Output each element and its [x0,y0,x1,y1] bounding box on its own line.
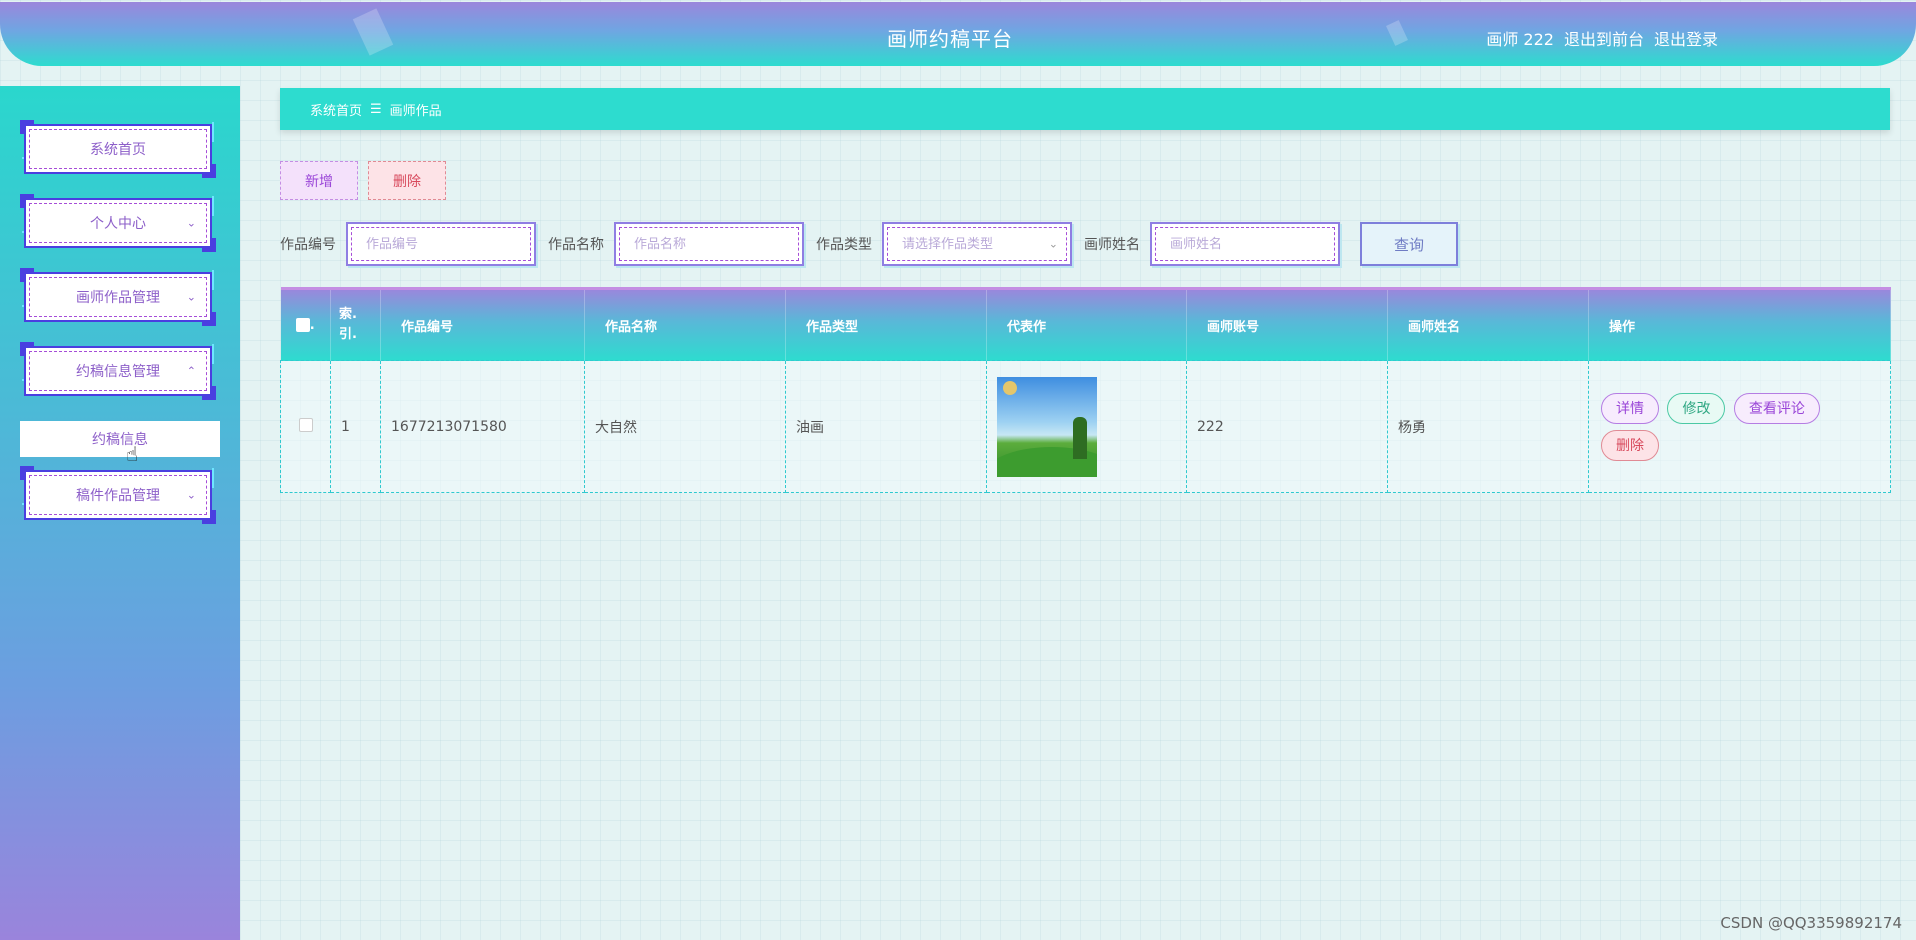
row-delete-button[interactable]: 删除 [1601,429,1659,461]
row-representative-cell [986,360,1187,493]
sidebar-item-artwork-management[interactable]: 画师作品管理 ⌄ [20,268,216,326]
chevron-down-icon: ⌄ [1048,237,1058,251]
row-account: 222 [1186,360,1388,493]
chevron-up-icon: ⌃ [186,364,196,378]
column-header-representative: 代表作 [986,287,1187,361]
artist-name-input[interactable] [1155,227,1335,261]
batch-delete-button[interactable]: 删除 [368,161,446,200]
chevron-down-icon: ⌄ [186,216,196,230]
sidebar-item-personal-center[interactable]: 个人中心 ⌄ [20,194,216,252]
sidebar-item-label: 约稿信息管理 [76,364,160,380]
row-index: 1 [330,360,381,493]
artwork-type-select[interactable] [887,227,1067,261]
breadcrumb-separator-icon: ☰ [370,101,382,117]
sidebar: 系统首页 个人中心 ⌄ 画师作品管理 ⌄ 约稿信息管理 ⌃ 约稿信息 ☝ 稿件作… [0,86,240,940]
artwork-name-field [614,222,804,266]
sidebar-subitem-commission-info[interactable]: 约稿信息 [20,421,220,457]
chevron-down-icon: ⌄ [186,488,196,502]
select-all-checkbox[interactable]: . [280,287,331,361]
artwork-type-label: 作品类型 [816,237,872,253]
add-button[interactable]: 新增 [280,161,358,200]
sidebar-item-home[interactable]: 系统首页 [20,120,216,178]
column-header-name: 作品名称 [584,287,786,361]
column-header-artist: 画师姓名 [1387,287,1589,361]
row-type: 油画 [785,360,987,493]
artwork-code-label: 作品编号 [280,237,336,253]
sidebar-item-submission-management[interactable]: 稿件作品管理 ⌄ [20,466,216,524]
exit-to-front-link[interactable]: 退出到前台 [1564,26,1644,50]
search-form: 作品编号 作品名称 作品类型 ⌄ 画师姓名 查询 [280,222,1458,266]
artwork-name-label: 作品名称 [548,237,604,253]
row-checkbox[interactable] [280,360,331,493]
hand-cursor-icon: ☝ [126,442,139,466]
artwork-name-input[interactable] [619,227,799,261]
sidebar-item-label: 系统首页 [90,142,146,158]
current-user: 画师 222 [1486,30,1554,49]
artist-name-label: 画师姓名 [1084,237,1140,253]
sidebar-item-commission-management[interactable]: 约稿信息管理 ⌃ [20,342,216,400]
row-actions: 详情 修改 查看评论 删除 [1588,360,1891,493]
top-header: 画师约稿平台 画师 222 退出到前台 退出登录 [0,2,1916,66]
chevron-down-icon: ⌄ [186,290,196,304]
artwork-thumbnail[interactable] [997,376,1097,477]
watermark: CSDN @QQ3359892174 [1720,914,1902,932]
edit-button[interactable]: 修改 [1667,392,1726,424]
artwork-table: . 索. 引. 作品编号 作品名称 作品类型 代表作 画师账号 画师姓名 操作 … [280,287,1891,493]
detail-button[interactable]: 详情 [1601,392,1659,424]
view-comments-button[interactable]: 查看评论 [1733,392,1820,424]
artwork-type-field: ⌄ [882,222,1072,266]
column-header-account: 画师账号 [1186,287,1388,361]
logout-link[interactable]: 退出登录 [1654,26,1718,50]
header-user-area: 画师 222 退出到前台 退出登录 [1486,26,1718,50]
column-header-type: 作品类型 [785,287,987,361]
sidebar-item-label: 稿件作品管理 [76,488,160,504]
sidebar-item-label: 画师作品管理 [76,290,160,306]
table-row: 1 1677213071580 大自然 油画 222 杨勇 详情 修改 查看评论… [280,360,1891,493]
breadcrumb: 系统首页 ☰ 画师作品 [280,88,1890,130]
search-button[interactable]: 查询 [1360,222,1458,266]
table-header-row: . 索. 引. 作品编号 作品名称 作品类型 代表作 画师账号 画师姓名 操作 [280,287,1891,361]
sidebar-item-label: 个人中心 [90,216,146,232]
column-header-actions: 操作 [1588,287,1891,361]
row-code: 1677213071580 [380,360,585,493]
column-header-index: 索. 引. [330,287,381,361]
breadcrumb-home[interactable]: 系统首页 [310,100,362,119]
artist-name-field [1150,222,1340,266]
breadcrumb-current: 画师作品 [389,103,442,119]
row-name: 大自然 [584,360,786,493]
artwork-code-field [346,222,536,266]
row-artist: 杨勇 [1387,360,1589,493]
column-header-code: 作品编号 [380,287,585,361]
artwork-code-input[interactable] [351,227,531,261]
